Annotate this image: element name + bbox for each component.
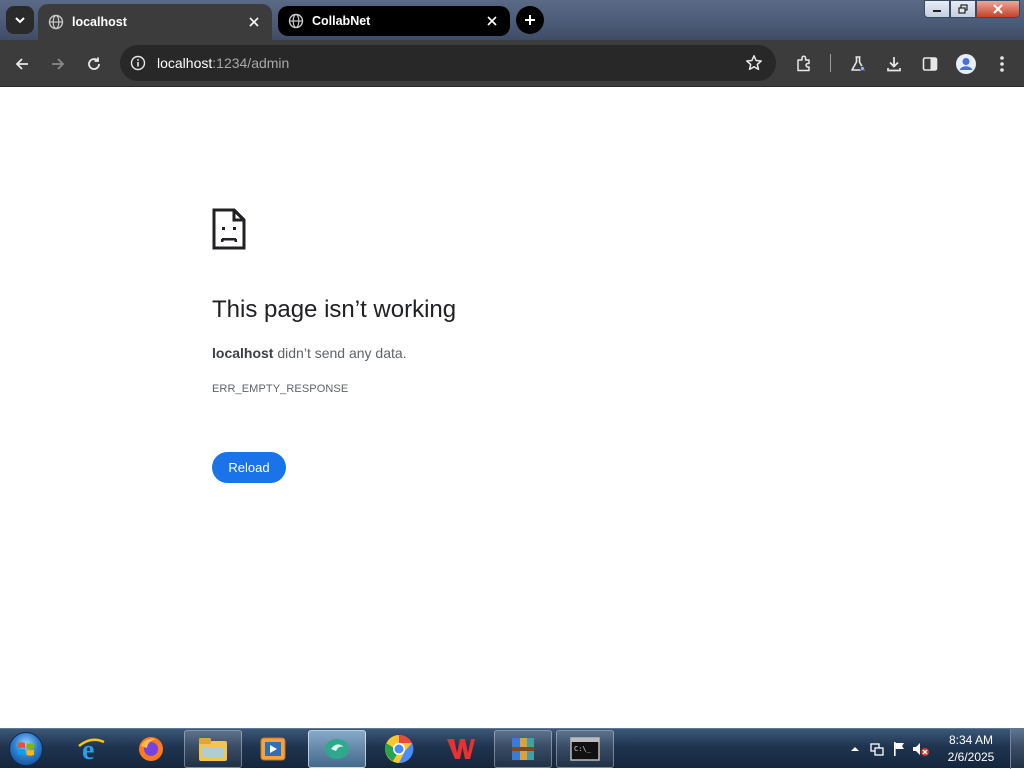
error-code: ERR_EMPTY_RESPONSE <box>212 383 349 395</box>
network-icon[interactable] <box>866 738 888 760</box>
command-prompt-icon: C:\_ <box>570 737 600 761</box>
clock-date: 2/6/2025 <box>947 750 995 764</box>
show-desktop-button[interactable] <box>1010 729 1024 769</box>
restore-button[interactable] <box>950 0 976 18</box>
error-host: localhost <box>212 345 274 361</box>
taskbar-chrome[interactable] <box>370 730 428 768</box>
show-hidden-icons-button[interactable] <box>844 738 866 760</box>
reload-button[interactable]: Reload <box>212 452 286 483</box>
window-controls <box>924 0 1020 18</box>
toolbar-divider <box>830 54 831 72</box>
volume-muted-icon[interactable] <box>910 738 932 760</box>
error-title: This page isn’t working <box>212 296 457 323</box>
minimize-button[interactable] <box>924 0 950 18</box>
back-button[interactable] <box>10 52 34 76</box>
internet-explorer-icon: e <box>78 735 105 764</box>
firefox-icon <box>139 737 163 761</box>
browser-toolbar: localhost:1234/admin <box>0 40 1024 87</box>
url-path: :1234/admin <box>212 55 290 71</box>
arrow-left-icon <box>15 58 28 70</box>
taskbar-winrar[interactable] <box>494 730 552 768</box>
start-button[interactable] <box>6 730 46 768</box>
close-window-button[interactable] <box>976 0 1020 18</box>
svg-text:C:\_: C:\_ <box>574 745 592 753</box>
forward-button[interactable] <box>46 52 70 76</box>
site-info-icon[interactable] <box>126 51 150 75</box>
wps-office-icon <box>447 739 475 759</box>
extensions-icon[interactable] <box>792 52 816 76</box>
sad-page-icon <box>212 208 246 250</box>
plus-icon <box>525 15 535 25</box>
tab-strip: localhost CollabNet <box>0 0 1024 40</box>
close-icon <box>993 4 1003 14</box>
url-host: localhost <box>157 55 213 71</box>
tab-title: localhost <box>72 15 127 29</box>
media-player-icon <box>260 737 286 761</box>
download-icon[interactable] <box>882 52 906 76</box>
tab-localhost[interactable]: localhost <box>38 4 272 40</box>
clock-time: 8:34 AM <box>948 733 994 747</box>
taskbar-command-prompt[interactable]: C:\_ <box>556 730 614 768</box>
tab-search-button[interactable] <box>6 6 34 34</box>
restore-icon <box>958 4 968 14</box>
close-tab-icon[interactable] <box>246 14 262 30</box>
side-panel-icon[interactable] <box>918 52 942 76</box>
labs-flask-icon[interactable] <box>846 52 870 76</box>
reload-toolbar-button[interactable] <box>82 52 106 76</box>
tab-collabnet[interactable]: CollabNet <box>278 6 510 36</box>
action-center-flag-icon[interactable] <box>888 738 910 760</box>
taskbar-wps-office[interactable] <box>432 730 490 768</box>
bookmark-star-icon[interactable] <box>742 51 766 75</box>
taskbar-internet-explorer[interactable]: e <box>62 730 120 768</box>
globe-icon <box>48 14 64 30</box>
system-clock[interactable]: 8:34 AM 2/6/2025 <box>936 732 1006 766</box>
file-explorer-icon <box>199 738 227 761</box>
new-tab-button[interactable] <box>516 6 544 34</box>
app-icon <box>325 739 349 759</box>
windows-logo-icon <box>9 732 43 766</box>
tab-title: CollabNet <box>312 14 371 28</box>
menu-kebab-icon[interactable] <box>990 52 1014 76</box>
profile-avatar-icon[interactable] <box>954 52 978 76</box>
refresh-icon <box>88 57 100 70</box>
taskbar-firefox[interactable] <box>122 730 180 768</box>
chevron-down-icon <box>15 17 25 24</box>
error-description: localhost didn’t send any data. <box>212 345 407 361</box>
globe-icon <box>288 13 304 29</box>
error-page: This page isn’t working localhost didn’t… <box>0 88 1024 728</box>
taskbar: e C:\_ 8:34 AM 2/6/2025 <box>0 728 1024 769</box>
error-message: didn’t send any data. <box>273 345 407 361</box>
winrar-icon <box>512 738 534 760</box>
system-tray: 8:34 AM 2/6/2025 <box>844 729 1024 769</box>
url-text[interactable]: localhost:1234/admin <box>157 55 289 71</box>
taskbar-file-explorer[interactable] <box>184 730 242 768</box>
taskbar-app[interactable] <box>308 730 366 768</box>
chevron-up-icon <box>851 747 859 751</box>
minimize-icon <box>933 10 941 12</box>
arrow-right-icon <box>52 58 65 70</box>
taskbar-media-player[interactable] <box>244 730 302 768</box>
close-tab-icon[interactable] <box>484 13 500 29</box>
address-bar[interactable]: localhost:1234/admin <box>120 45 776 81</box>
chrome-icon <box>384 734 414 764</box>
